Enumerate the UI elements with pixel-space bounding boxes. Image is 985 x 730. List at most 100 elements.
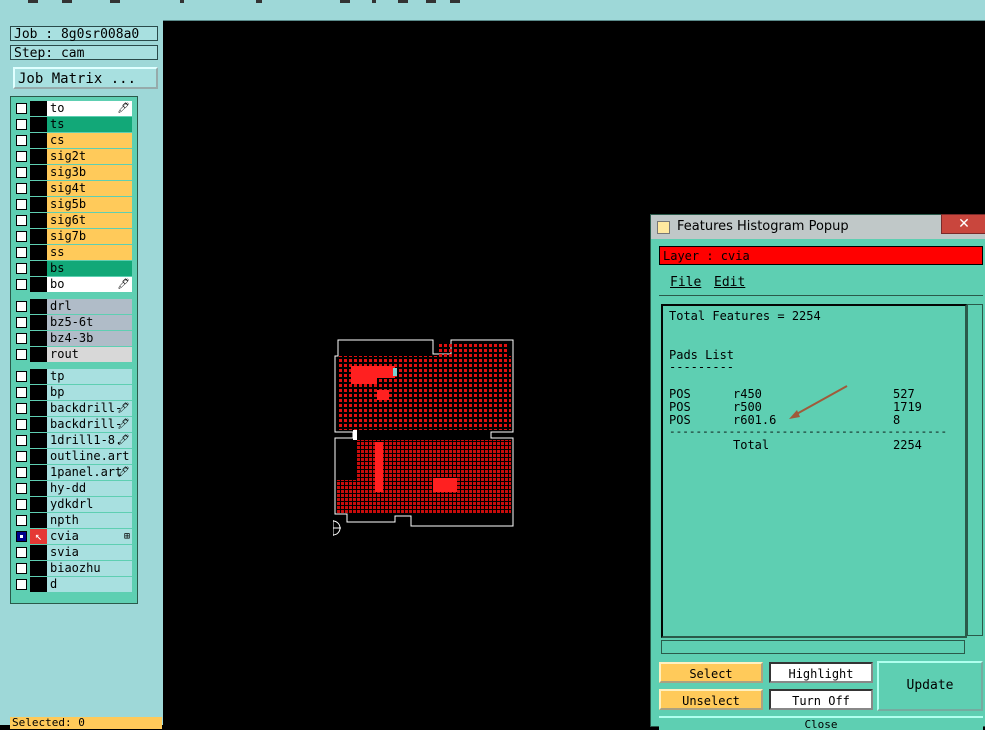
layer-row[interactable]: d [14, 577, 132, 592]
layer-name[interactable]: bz4-3b [47, 331, 132, 346]
job-matrix-button[interactable]: Job Matrix ... [13, 67, 158, 89]
layer-row[interactable]: sig3b [14, 165, 132, 180]
layer-row[interactable]: backdrill- 🖊 [14, 417, 132, 432]
layer-checkbox[interactable] [16, 199, 27, 210]
layer-status-cell[interactable] [30, 149, 47, 164]
layer-checkbox[interactable] [16, 119, 27, 130]
layer-row[interactable]: 1drill1-8. 🖊 [14, 433, 132, 448]
layer-status-cell[interactable] [30, 481, 47, 496]
layer-row[interactable]: ↖ cvia ⊞ [14, 529, 132, 544]
layer-row[interactable]: ydkdrl [14, 497, 132, 512]
layer-row[interactable]: sig4t [14, 181, 132, 196]
layer-checkbox[interactable] [16, 263, 27, 274]
layer-row[interactable]: outline.art [14, 449, 132, 464]
layer-checkbox[interactable] [16, 579, 27, 590]
layer-checkbox[interactable] [16, 499, 27, 510]
layer-status-cell[interactable] [30, 417, 47, 432]
layer-name[interactable]: outline.art [47, 449, 132, 464]
layer-status-cell[interactable] [30, 165, 47, 180]
close-window-button[interactable]: ✕ [941, 214, 985, 234]
layer-checkbox[interactable] [16, 435, 27, 446]
layer-checkbox[interactable] [16, 403, 27, 414]
turn-off-button[interactable]: Turn Off [769, 689, 873, 710]
layer-status-cell[interactable] [30, 449, 47, 464]
layer-name[interactable]: ydkdrl [47, 497, 132, 512]
layer-status-cell[interactable] [30, 197, 47, 212]
layer-name[interactable]: d [47, 577, 132, 592]
layer-status-cell[interactable] [30, 245, 47, 260]
layer-row[interactable]: bp [14, 385, 132, 400]
select-button[interactable]: Select [659, 662, 763, 683]
layer-row[interactable]: ts [14, 117, 132, 132]
layer-status-cell[interactable] [30, 133, 47, 148]
layer-status-cell[interactable] [30, 277, 47, 292]
layer-row[interactable]: tp [14, 369, 132, 384]
layer-name[interactable]: sig6t [47, 213, 132, 228]
layer-row[interactable]: backdrill- 🖊 [14, 401, 132, 416]
layer-name[interactable]: sig7b [47, 229, 132, 244]
layer-status-cell[interactable] [30, 401, 47, 416]
layer-checkbox[interactable] [16, 515, 27, 526]
close-button[interactable]: Close [659, 716, 983, 730]
layer-checkbox[interactable] [16, 183, 27, 194]
layer-name[interactable]: drl [47, 299, 132, 314]
layer-name[interactable]: hy-dd [47, 481, 132, 496]
layer-row[interactable]: cs [14, 133, 132, 148]
layer-name[interactable]: sig2t [47, 149, 132, 164]
layer-checkbox[interactable] [16, 483, 27, 494]
layer-status-cell[interactable] [30, 545, 47, 560]
layer-checkbox[interactable] [16, 301, 27, 312]
layer-row[interactable]: bo 🖊 [14, 277, 132, 292]
layer-row[interactable]: bz5-6t [14, 315, 132, 330]
vertical-scrollbar[interactable] [967, 304, 983, 636]
layer-status-cell[interactable] [30, 299, 47, 314]
layer-name[interactable]: tp [47, 369, 132, 384]
layer-row[interactable]: biaozhu [14, 561, 132, 576]
layer-name[interactable]: svia [47, 545, 132, 560]
layer-checkbox[interactable] [16, 247, 27, 258]
layer-checkbox[interactable] [16, 333, 27, 344]
layer-checkbox[interactable] [16, 103, 27, 114]
layer-name[interactable]: sig3b [47, 165, 132, 180]
layer-status-cell[interactable] [30, 369, 47, 384]
layer-name[interactable]: rout [47, 347, 132, 362]
menu-file[interactable]: File [670, 271, 701, 295]
layer-name[interactable]: bz5-6t [47, 315, 132, 330]
layer-checkbox[interactable] [16, 151, 27, 162]
layer-status-cell[interactable] [30, 261, 47, 276]
layer-status-cell[interactable] [30, 513, 47, 528]
layer-checkbox[interactable] [16, 167, 27, 178]
update-button[interactable]: Update [877, 661, 983, 711]
layer-checkbox[interactable] [16, 349, 27, 360]
layer-checkbox[interactable] [16, 317, 27, 328]
layer-row[interactable]: hy-dd [14, 481, 132, 496]
layer-status-cell[interactable] [30, 577, 47, 592]
layer-status-cell[interactable] [30, 347, 47, 362]
layer-status-cell[interactable] [30, 181, 47, 196]
layer-checkbox[interactable] [16, 279, 27, 290]
layer-status-cell[interactable] [30, 315, 47, 330]
layer-checkbox[interactable] [16, 547, 27, 558]
layer-row[interactable]: sig6t [14, 213, 132, 228]
layer-status-cell[interactable] [30, 117, 47, 132]
layer-status-cell[interactable] [30, 229, 47, 244]
layer-status-cell[interactable] [30, 213, 47, 228]
layer-checkbox[interactable] [16, 371, 27, 382]
layer-row[interactable]: sig5b [14, 197, 132, 212]
menu-edit[interactable]: Edit [714, 271, 745, 295]
layer-checkbox[interactable] [16, 531, 27, 542]
layer-name[interactable]: biaozhu [47, 561, 132, 576]
layer-row[interactable]: sig2t [14, 149, 132, 164]
layer-checkbox[interactable] [16, 231, 27, 242]
layer-name[interactable]: ss [47, 245, 132, 260]
layer-name[interactable]: ts [47, 117, 132, 132]
unselect-button[interactable]: Unselect [659, 689, 763, 710]
layer-row[interactable]: sig7b [14, 229, 132, 244]
popup-title-bar[interactable]: Features Histogram Popup [651, 215, 985, 239]
layer-status-cell[interactable] [30, 101, 47, 116]
layer-name[interactable]: cs [47, 133, 132, 148]
layer-status-cell[interactable] [30, 465, 47, 480]
layer-checkbox[interactable] [16, 451, 27, 462]
highlight-button[interactable]: Highlight [769, 662, 873, 683]
layer-status-cell[interactable] [30, 433, 47, 448]
